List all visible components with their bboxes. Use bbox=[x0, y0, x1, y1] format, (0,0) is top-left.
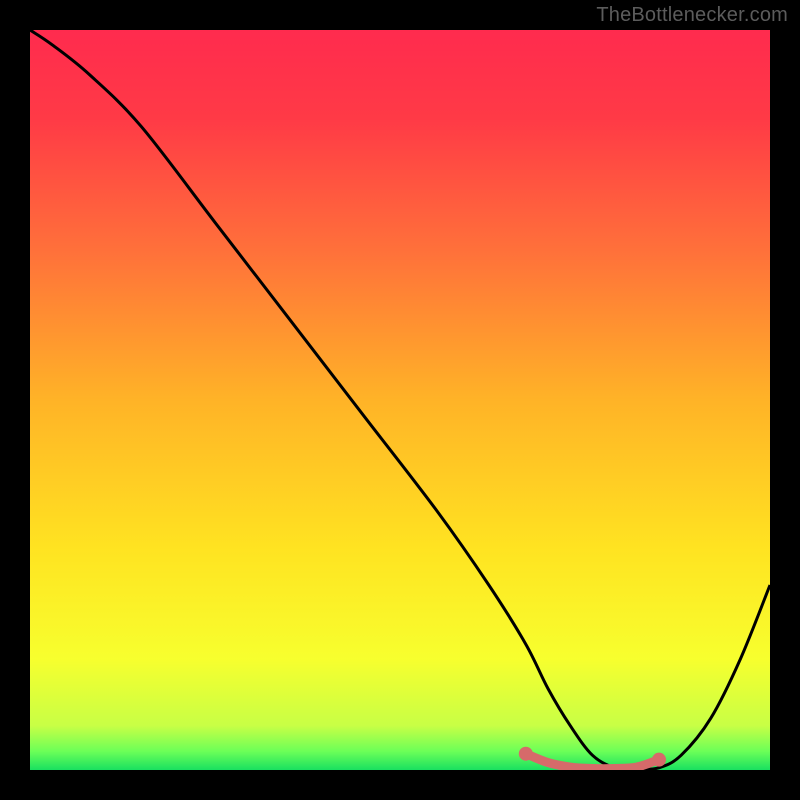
bottleneck-chart bbox=[30, 30, 770, 770]
highlight-dot bbox=[519, 747, 533, 761]
highlight-dot bbox=[544, 759, 552, 767]
plot-area bbox=[30, 30, 770, 770]
attribution-label: TheBottlenecker.com bbox=[596, 4, 788, 27]
highlight-dot bbox=[652, 753, 666, 767]
chart-frame: TheBottlenecker.com bbox=[0, 0, 800, 800]
gradient-background bbox=[30, 30, 770, 770]
